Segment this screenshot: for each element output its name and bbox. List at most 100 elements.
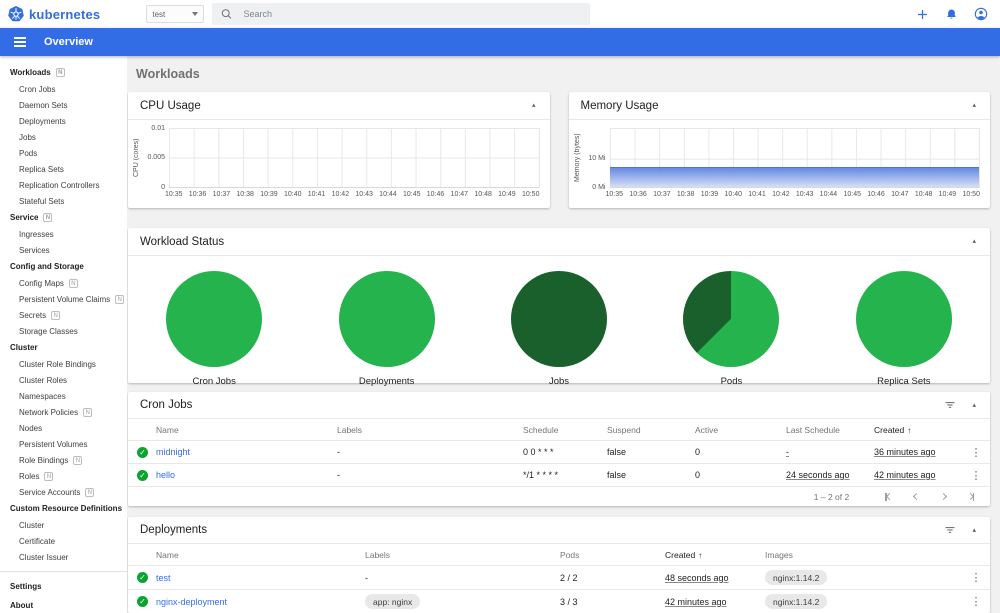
sidebar-item-persistent-volume-claims[interactable]: Persistent Volume Claims N xyxy=(0,291,127,307)
plus-icon xyxy=(918,9,927,19)
sidebar-item-pods[interactable]: Pods xyxy=(0,145,127,161)
sidebar-item-roles[interactable]: Roles N xyxy=(0,468,127,484)
sidebar-group-service[interactable]: Service N xyxy=(0,209,127,226)
kubernetes-logo[interactable]: kubernetes xyxy=(8,6,100,22)
cell-active: 0 xyxy=(695,470,701,480)
sidebar-item-service-accounts[interactable]: Service Accounts N xyxy=(0,484,127,500)
sidebar-item-settings[interactable]: Settings xyxy=(0,578,127,594)
col-schedule[interactable]: Schedule xyxy=(523,425,607,435)
cron-job-name-link[interactable]: hello xyxy=(156,470,337,480)
sidebar-group-cluster[interactable]: Cluster xyxy=(0,339,127,356)
sidebar-item-secrets[interactable]: Secrets N xyxy=(0,307,127,323)
x-tick: 10:38 xyxy=(676,191,695,198)
filter-button[interactable] xyxy=(944,399,956,411)
row-menu-button[interactable]: ⋮ xyxy=(962,571,990,584)
memory-usage-card: Memory Usage ▴ Memory (bytes) 10 Mi 0 Mi xyxy=(568,92,990,208)
cell-labels: - xyxy=(337,470,340,480)
first-page-button[interactable] xyxy=(885,492,893,501)
namespaced-badge-icon: N xyxy=(73,455,83,465)
sidebar-item-deployments[interactable]: Deployments xyxy=(0,113,127,129)
pagination-range: 1 – 2 of 2 xyxy=(813,491,850,502)
y-tick: 0 Mi xyxy=(592,184,606,191)
col-active[interactable]: Active xyxy=(695,425,786,435)
sidebar-item-stateful-sets[interactable]: Stateful Sets xyxy=(0,193,127,209)
col-created-sorted[interactable]: Created ↑ xyxy=(874,425,962,435)
sidebar-group-custom-resource-definitions[interactable]: Custom Resource Definitions xyxy=(0,500,127,517)
status-ok-icon: ✓ xyxy=(137,469,148,481)
sidebar-item-ingresses[interactable]: Ingresses xyxy=(0,226,127,242)
status-ok-icon: ✓ xyxy=(137,596,148,607)
status-ok-icon: ✓ xyxy=(137,446,148,458)
collapse-caret-icon[interactable]: ▴ xyxy=(530,100,538,111)
sidebar-item-role-bindings[interactable]: Role Bindings N xyxy=(0,452,127,468)
row-menu-button[interactable]: ⋮ xyxy=(962,595,990,608)
sidebar-item-jobs[interactable]: Jobs xyxy=(0,129,127,145)
collapse-caret-icon[interactable]: ▴ xyxy=(970,400,978,411)
deployments-header-row: Name Labels Pods Created ↑ Images xyxy=(128,544,990,565)
col-created-sorted[interactable]: Created ↑ xyxy=(665,550,765,560)
row-menu-button[interactable]: ⋮ xyxy=(962,469,990,482)
search-input[interactable] xyxy=(243,9,583,19)
sidebar-item-about[interactable]: About xyxy=(0,597,127,613)
sidebar-group-config-and-storage[interactable]: Config and Storage xyxy=(0,258,127,275)
last-page-button[interactable] xyxy=(966,492,974,501)
col-last-schedule[interactable]: Last Schedule xyxy=(786,425,874,435)
table-row: ✓ test - 2 / 2 48 seconds ago nginx:1.14… xyxy=(128,565,990,589)
sidebar-item-cluster-role-bindings[interactable]: Cluster Role Bindings xyxy=(0,356,127,372)
sidebar-item-crd-cluster[interactable]: Cluster xyxy=(0,517,127,533)
user-account-button[interactable] xyxy=(974,7,988,21)
row-menu-button[interactable]: ⋮ xyxy=(962,446,990,459)
x-tick: 10:50 xyxy=(521,191,540,198)
collapse-caret-icon[interactable]: ▴ xyxy=(970,100,978,111)
sidebar-item-services[interactable]: Services xyxy=(0,242,127,258)
sort-up-icon: ↑ xyxy=(907,425,912,435)
deployment-name-link[interactable]: nginx-deployment xyxy=(156,597,365,607)
create-resource-button[interactable] xyxy=(916,8,929,21)
col-name[interactable]: Name xyxy=(156,425,337,435)
sidebar-item-nodes[interactable]: Nodes xyxy=(0,420,127,436)
cpu-card-title: CPU Usage xyxy=(140,99,201,112)
x-tick: 10:48 xyxy=(914,191,933,198)
pie-label: Deployments xyxy=(358,376,415,387)
namespaced-badge-icon: N xyxy=(44,471,54,481)
sidebar-group-workloads[interactable]: Workloads N xyxy=(0,64,127,81)
col-name[interactable]: Name xyxy=(156,550,365,560)
namespace-select[interactable]: test xyxy=(146,5,205,23)
pie-label: Cron Jobs xyxy=(192,376,236,387)
top-bar: kubernetes test xyxy=(0,0,1000,28)
cpu-y-axis-label: CPU (cores) xyxy=(133,138,140,178)
col-suspend[interactable]: Suspend xyxy=(607,425,695,435)
filter-button[interactable] xyxy=(944,524,956,536)
sidebar-item-crd-certificate[interactable]: Certificate xyxy=(0,533,127,549)
sidebar-item-replica-sets[interactable]: Replica Sets xyxy=(0,161,127,177)
col-images[interactable]: Images xyxy=(765,550,962,560)
next-page-button[interactable] xyxy=(939,492,947,501)
sidebar-item-cluster-roles[interactable]: Cluster Roles xyxy=(0,372,127,388)
pie-chart xyxy=(338,271,435,367)
table-row: ✓ nginx-deployment app: nginx 3 / 3 42 m… xyxy=(128,589,990,613)
sidebar-item-crd-cluster-issuer[interactable]: Cluster Issuer xyxy=(0,549,127,565)
col-labels[interactable]: Labels xyxy=(365,550,560,560)
notifications-button[interactable] xyxy=(945,8,958,21)
sidebar-item-network-policies[interactable]: Network Policies N xyxy=(0,404,127,420)
search-bar[interactable] xyxy=(212,3,591,25)
chevron-down-icon xyxy=(192,12,199,16)
collapse-caret-icon[interactable]: ▴ xyxy=(970,236,978,247)
sidebar-item-persistent-volumes[interactable]: Persistent Volumes xyxy=(0,436,127,452)
pie-chart xyxy=(511,271,608,367)
sidebar-item-storage-classes[interactable]: Storage Classes xyxy=(0,323,127,339)
sidebar-item-namespaces[interactable]: Namespaces xyxy=(0,388,127,404)
col-labels[interactable]: Labels xyxy=(337,425,523,435)
x-tick: 10:39 xyxy=(700,191,719,198)
sidebar-item-cron-jobs[interactable]: Cron Jobs xyxy=(0,81,127,97)
cron-job-name-link[interactable]: midnight xyxy=(156,447,337,457)
sidebar-item-config-maps[interactable]: Config Maps N xyxy=(0,275,127,291)
sidebar-item-replication-controllers[interactable]: Replication Controllers xyxy=(0,177,127,193)
pie-chart xyxy=(166,271,263,367)
col-pods[interactable]: Pods xyxy=(560,550,665,560)
sidebar-item-daemon-sets[interactable]: Daemon Sets xyxy=(0,97,127,113)
hamburger-menu-button[interactable] xyxy=(14,37,26,47)
deployment-name-link[interactable]: test xyxy=(156,573,365,583)
collapse-caret-icon[interactable]: ▴ xyxy=(970,525,978,536)
previous-page-button[interactable] xyxy=(912,492,920,501)
